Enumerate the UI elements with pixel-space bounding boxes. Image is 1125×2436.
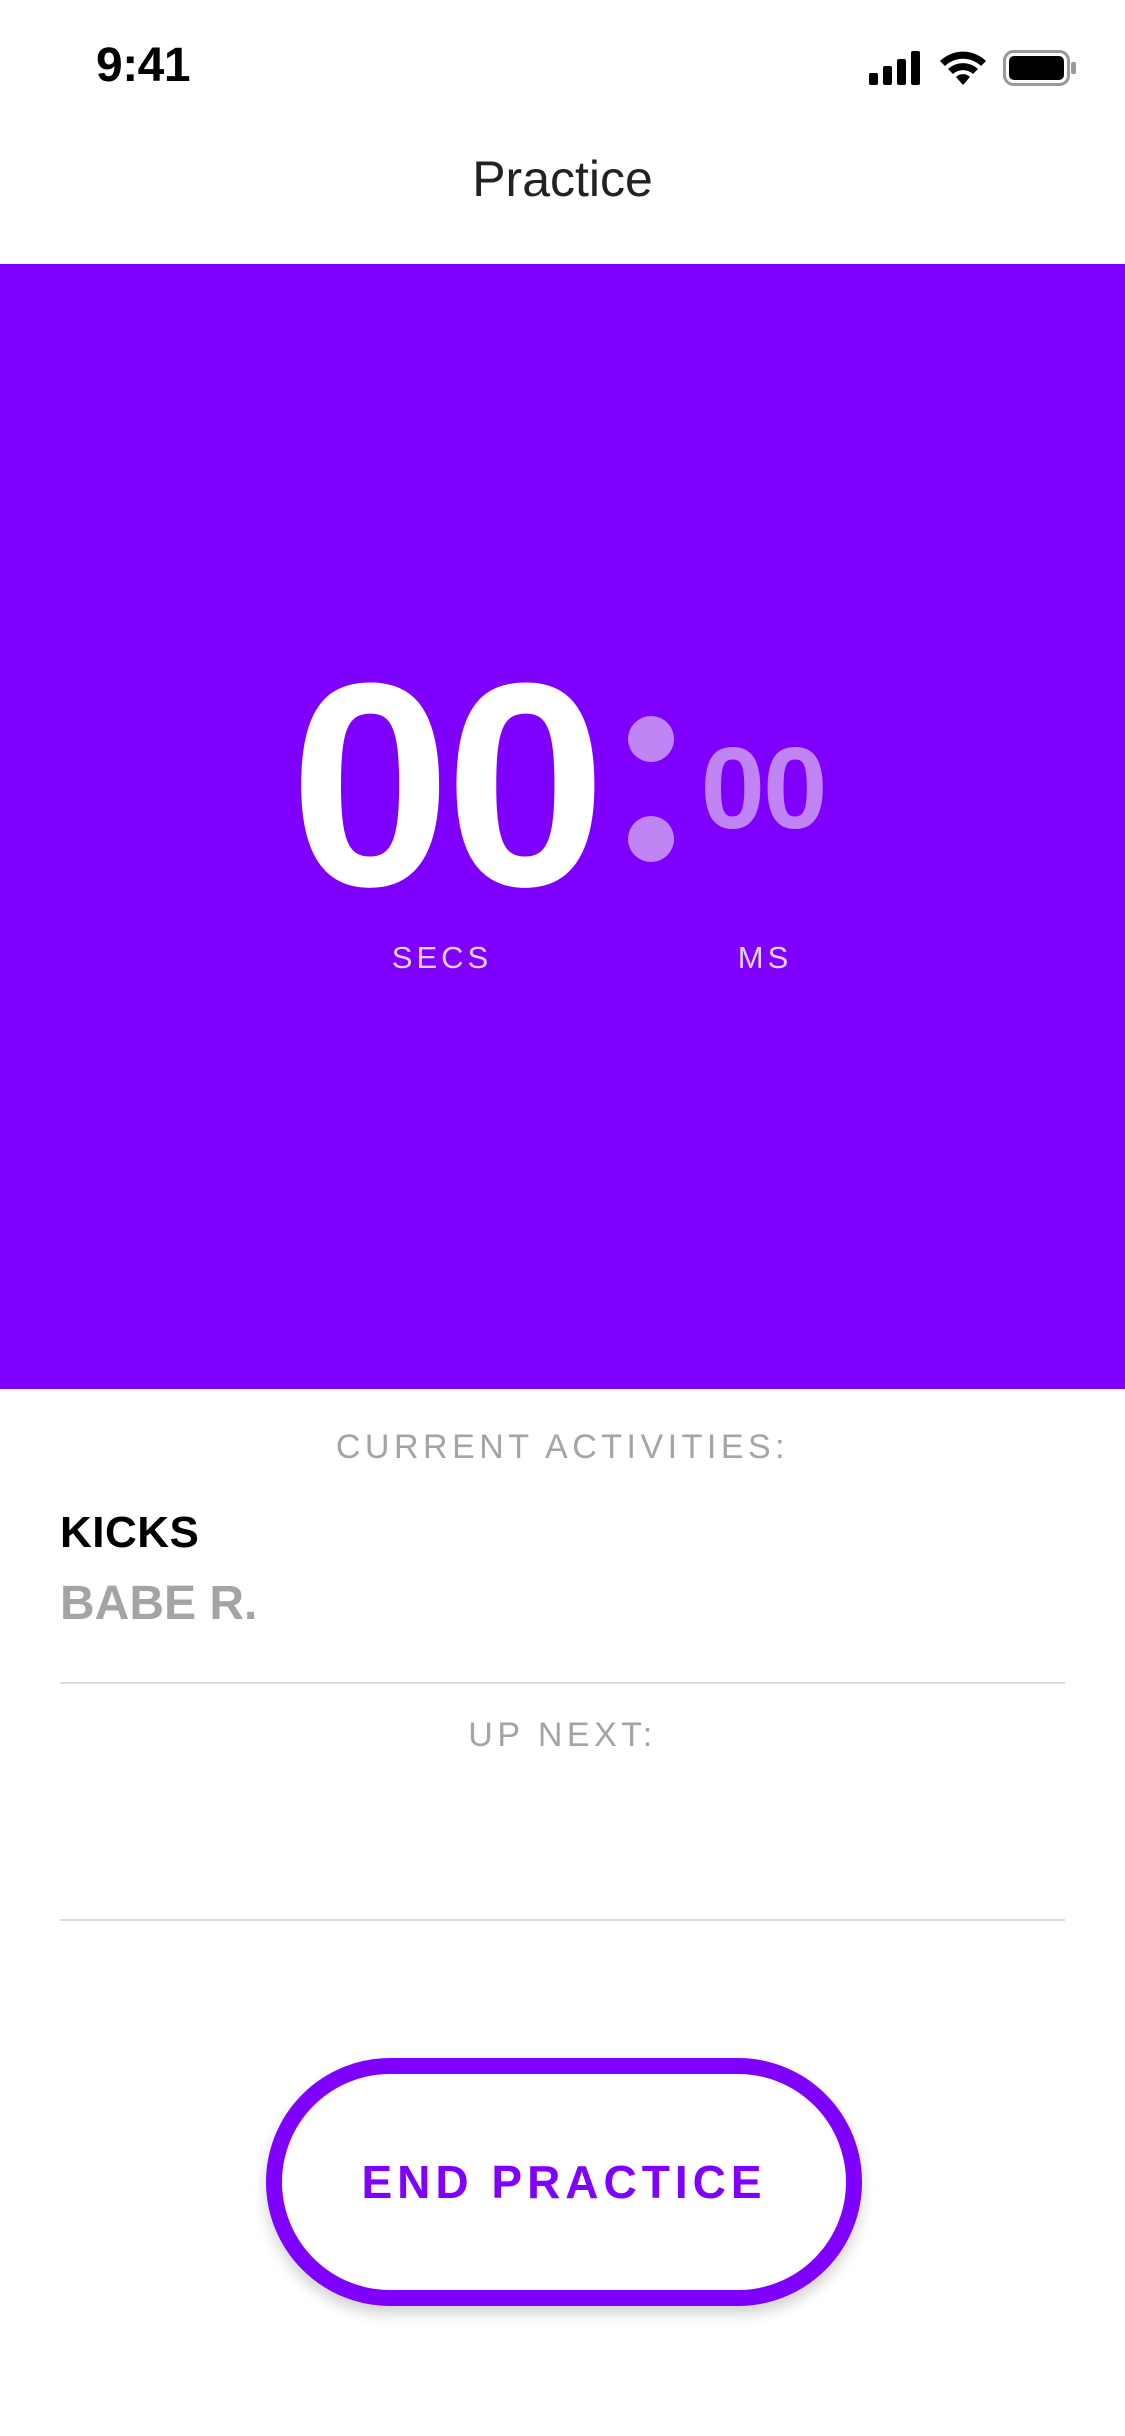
timer-colon-bottom-dot	[628, 816, 674, 862]
milliseconds-label: MS	[737, 940, 793, 975]
practice-screen: 9:41 Practice 00 00 SECS MS CURRENT ACTI…	[0, 0, 1125, 2436]
current-activity-person: BABE R.	[60, 1577, 258, 1630]
timer-seconds: 00	[289, 623, 607, 947]
status-icons	[869, 50, 1077, 91]
end-practice-button[interactable]: END PRACTICE	[266, 2058, 862, 2306]
up-next-label: UP NEXT:	[468, 1716, 657, 1754]
seconds-label: SECS	[391, 940, 493, 975]
wifi-icon	[939, 51, 987, 90]
divider	[60, 1919, 1065, 1921]
page-title: Practice	[472, 151, 653, 207]
status-bar: 9:41	[0, 0, 1125, 132]
current-activities-label: CURRENT ACTIVITIES:	[335, 1428, 790, 1466]
timer-panel: 00 00 SECS MS	[0, 264, 1125, 1389]
cellular-signal-icon	[869, 51, 923, 90]
battery-icon	[1003, 50, 1077, 91]
current-activity-name: KICKS	[60, 1508, 200, 1557]
timer-milliseconds: 00	[700, 723, 827, 853]
timer-colon-top-dot	[628, 716, 674, 762]
status-time: 9:41	[96, 39, 191, 92]
divider	[60, 1682, 1065, 1684]
